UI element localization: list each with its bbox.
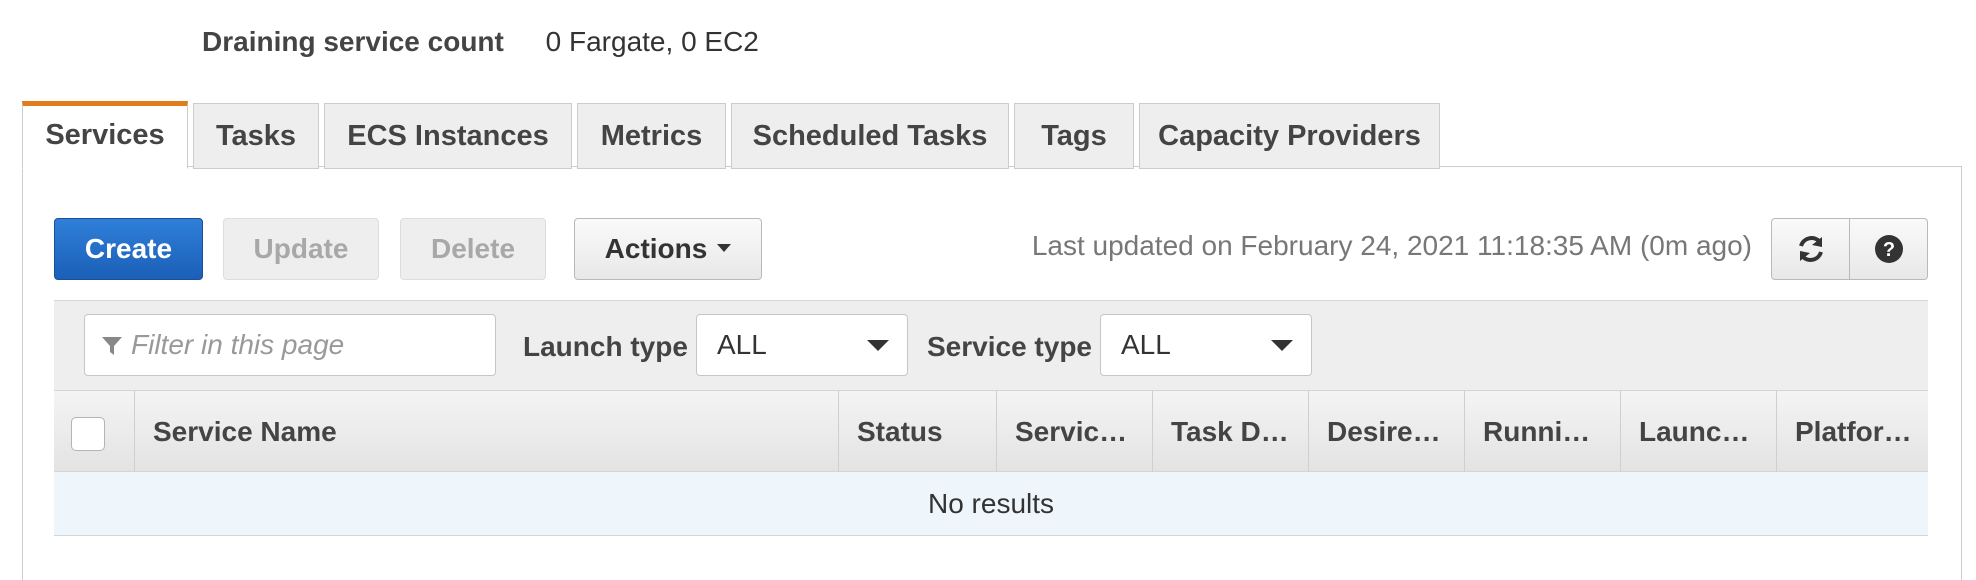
column-header-launch-type[interactable]: Launc…	[1620, 391, 1776, 473]
empty-table-message: No results	[54, 472, 1928, 536]
actions-dropdown-button[interactable]: Actions	[574, 218, 762, 280]
table-header: Service Name Status Servic… Task D… Desi…	[54, 390, 1928, 473]
actions-label: Actions	[604, 233, 708, 264]
delete-button[interactable]: Delete	[400, 218, 546, 280]
filter-placeholder: Filter in this page	[131, 329, 345, 360]
caret-down-icon	[1271, 340, 1293, 351]
column-header-desired-tasks[interactable]: Desire…	[1308, 391, 1464, 473]
last-updated-text: Last updated on February 24, 2021 11:18:…	[1031, 230, 1752, 261]
column-header-task-definition[interactable]: Task D…	[1152, 391, 1308, 473]
create-button[interactable]: Create	[54, 218, 203, 280]
draining-service-count: Draining service count 0 Fargate, 0 EC2	[202, 24, 759, 60]
update-button[interactable]: Update	[223, 218, 379, 280]
tab-capacity-providers[interactable]: Capacity Providers	[1139, 103, 1440, 169]
service-type-select[interactable]: ALL	[1100, 314, 1312, 376]
column-header-status[interactable]: Status	[838, 391, 996, 473]
service-type-value: ALL	[1121, 329, 1171, 360]
filter-bar: Filter in this page Launch type ALL Serv…	[54, 300, 1928, 390]
help-icon: ?	[1874, 235, 1903, 263]
column-header-service-type[interactable]: Servic…	[996, 391, 1152, 473]
tab-services[interactable]: Services	[22, 101, 188, 169]
launch-type-label: Launch type	[523, 331, 688, 362]
caret-down-icon	[867, 340, 889, 351]
tab-scheduled-tasks[interactable]: Scheduled Tasks	[731, 103, 1009, 169]
launch-type-select[interactable]: ALL	[696, 314, 908, 376]
tab-tags[interactable]: Tags	[1014, 103, 1134, 169]
select-all-checkbox[interactable]	[71, 417, 105, 451]
svg-text:?: ?	[1882, 239, 1894, 261]
column-header-service-name[interactable]: Service Name	[134, 391, 838, 473]
column-header-running-tasks[interactable]: Runni…	[1464, 391, 1620, 473]
funnel-icon	[102, 337, 122, 355]
refresh-icon	[1798, 236, 1823, 262]
caret-down-icon	[717, 243, 732, 252]
column-header-platform-version[interactable]: Platfor…	[1776, 391, 1928, 473]
filter-input[interactable]: Filter in this page	[84, 314, 496, 376]
refresh-button[interactable]	[1771, 218, 1850, 280]
service-type-label: Service type	[927, 331, 1092, 362]
launch-type-value: ALL	[717, 329, 767, 360]
help-button[interactable]: ?	[1849, 218, 1928, 280]
tab-ecs-instances[interactable]: ECS Instances	[324, 103, 572, 169]
draining-label: Draining service count	[202, 26, 504, 57]
tab-tasks[interactable]: Tasks	[193, 103, 319, 169]
draining-value: 0 Fargate, 0 EC2	[545, 26, 759, 57]
select-all-cell	[54, 391, 134, 473]
tab-metrics[interactable]: Metrics	[577, 103, 726, 169]
